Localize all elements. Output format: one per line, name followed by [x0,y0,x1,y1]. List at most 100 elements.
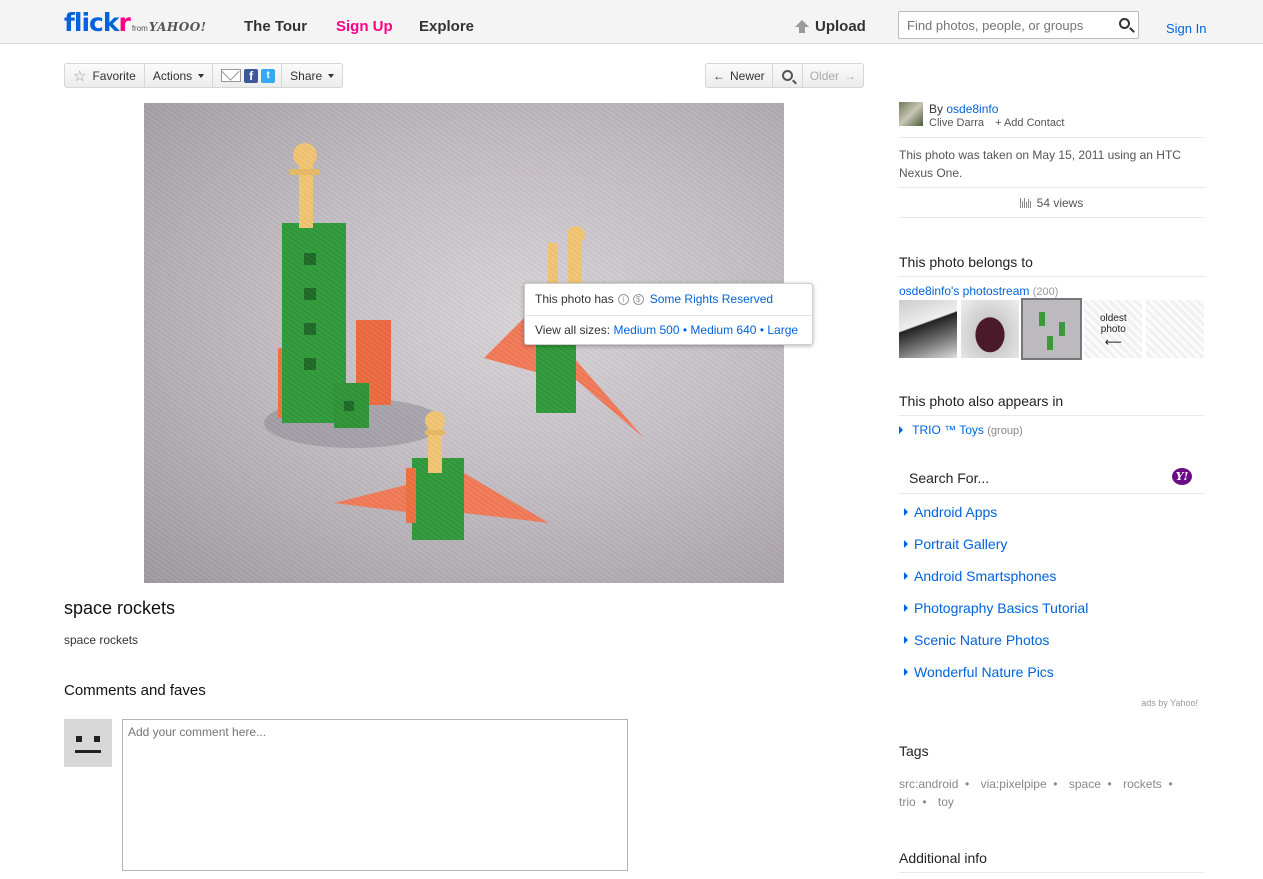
sizes-prefix: View all sizes: [535,323,611,337]
older-button[interactable]: Older → [803,64,863,87]
photo-title: space rockets [64,598,176,618]
rights-link[interactable]: Some Rights Reserved [650,292,773,306]
thumbnail-current-rockets[interactable] [1020,298,1083,360]
comment-textarea[interactable] [122,719,628,871]
upload-button[interactable]: Upload [795,18,866,35]
group-item: TRIO ™ Toys (group) [899,423,1204,437]
popup-divider [525,315,812,316]
photostream-link[interactable]: osde8info's photostream [899,284,1029,298]
owner-line: By osde8info [929,102,998,116]
ad-link[interactable]: Android Smartsphones [904,568,1056,584]
nav-sign-up[interactable]: Sign Up [336,18,393,35]
tag[interactable]: src:android [899,777,958,791]
nav-explore[interactable]: Explore [419,18,474,35]
ad-link[interactable]: Portrait Gallery [904,536,1007,552]
arrow-left-icon: ← [713,68,725,83]
tag[interactable]: rockets [1123,777,1162,791]
arrow-left-icon: ⟵ [1104,335,1122,349]
upload-label: Upload [815,18,866,35]
triangle-right-icon [899,426,903,434]
ad-label: Wonderful Nature Pics [914,664,1054,680]
size-separator: • [682,323,688,337]
tag[interactable]: toy [938,795,954,809]
rights-row: This photo has i $ Some Rights Reserved [535,292,773,306]
group-link[interactable]: TRIO ™ Toys [912,423,984,437]
ad-label: Portrait Gallery [914,536,1008,552]
photo-description: space rockets [64,633,139,647]
actions-menu[interactable]: Actions [145,64,214,87]
logo-yahoo: YAHOO! [148,20,207,34]
nav-the-tour[interactable]: The Tour [244,18,307,35]
ad-label: Android Apps [914,504,998,520]
belongs-heading: This photo belongs to [899,254,1204,277]
owner-username[interactable]: osde8info [946,102,998,116]
older-label: Older [809,68,840,83]
owner-avatar[interactable] [899,102,923,126]
tag[interactable]: via:pixelpipe [981,777,1047,791]
thumbnail-usb-drive[interactable] [899,300,957,358]
ad-label: Android Smartsphones [914,568,1057,584]
oldest-photo-link[interactable]: oldest photo ⟵ [1084,300,1143,358]
favorite-button[interactable]: ☆ Favorite [65,64,145,87]
search-icon[interactable] [1119,18,1130,29]
photo-taken-info: This photo was taken on May 15, 2011 usi… [899,148,1181,180]
photostream-count: (200) [1032,286,1059,298]
yahoo-search-ads: Search For... Y! Android Apps Portrait G… [899,461,1204,717]
newer-button[interactable]: ← Newer [706,64,773,87]
comments-heading: Comments and faves [64,682,206,699]
avatar-mouth [75,750,101,753]
search-input[interactable] [905,17,1110,34]
thumbnail-bottle[interactable] [960,300,1019,358]
empty-thumbnail [1146,300,1204,358]
zoom-button[interactable] [773,64,803,87]
triangle-right-icon [904,668,908,676]
ad-label: Photography Basics Tutorial [914,600,1089,616]
photostream-thumbnails: oldest photo ⟵ [899,298,1204,360]
stats-bars-icon [1019,197,1031,208]
size-medium-500[interactable]: Medium 500 [613,323,679,337]
ad-link[interactable]: Photography Basics Tutorial [904,600,1088,616]
chevron-down-icon [328,73,335,78]
triangle-right-icon [904,604,908,612]
ad-link[interactable]: Wonderful Nature Pics [904,664,1054,680]
search-for-header: Search For... [899,461,1204,494]
add-contact-link[interactable]: + Add Contact [995,117,1064,129]
zoom-icon [781,70,793,81]
email-icon[interactable] [221,69,242,82]
photostream-row: osde8info's photostream (200) [899,284,1204,298]
sizes-row: View all sizes: Medium 500 • Medium 640 … [535,323,798,337]
tag[interactable]: trio [899,795,916,809]
rights-prefix: This photo has [535,292,614,306]
tags-heading: Tags [899,743,929,759]
size-medium-640[interactable]: Medium 640 [690,323,756,337]
tag[interactable]: space [1069,777,1101,791]
share-menu[interactable]: Share [282,64,342,87]
cc-noncommercial-icon: $ [632,293,644,305]
logo-flick: flick [64,8,119,37]
photo-info-popup: This photo has i $ Some Rights Reserved … [524,283,813,345]
arrow-right-icon: → [844,68,857,83]
avatar-eye [94,736,100,742]
flickr-logo[interactable]: flick r from YAHOO! [64,8,206,38]
ad-link[interactable]: Scenic Nature Photos [904,632,1049,648]
buddy-icon-avatar [64,719,112,767]
owner-subline: Clive Darra + Add Contact [929,117,1065,129]
sign-in-link[interactable]: Sign In [1166,21,1206,36]
actions-label: Actions [152,68,193,83]
triangle-right-icon [904,572,908,580]
size-large[interactable]: Large [767,323,798,337]
facebook-icon[interactable]: f [244,68,259,83]
size-separator: • [759,323,765,337]
twitter-icon[interactable]: t [261,68,276,83]
share-icons: f t [213,64,283,87]
also-appears-heading: This photo also appears in [899,393,1204,416]
share-label: Share [290,68,323,83]
ad-link[interactable]: Android Apps [904,504,997,520]
cc-attribution-icon: i [617,293,629,305]
triangle-right-icon [904,636,908,644]
triangle-right-icon [904,508,908,516]
chevron-down-icon [198,73,205,78]
upload-arrow-icon [795,20,809,33]
ads-by-yahoo[interactable]: ads by Yahoo! [1141,698,1198,708]
photo-nav: ← Newer Older → [705,63,864,88]
